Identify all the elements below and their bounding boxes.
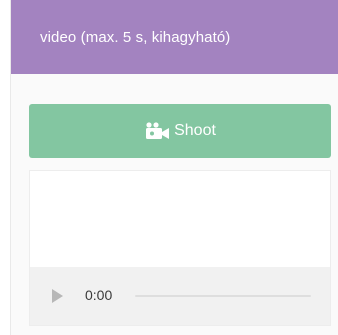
video-card: video (max. 5 s, kihagyható) Shoot 0:00 <box>10 0 338 335</box>
progress-slider[interactable] <box>135 295 311 297</box>
card-header: video (max. 5 s, kihagyható) <box>11 0 338 74</box>
card-title: video (max. 5 s, kihagyható) <box>40 28 231 46</box>
media-controls: 0:00 <box>30 267 330 325</box>
shoot-button[interactable]: Shoot <box>29 104 331 158</box>
shoot-button-label: Shoot <box>174 122 216 139</box>
video-camera-icon <box>144 122 172 140</box>
play-icon[interactable] <box>52 289 63 303</box>
current-time: 0:00 <box>85 287 113 303</box>
video-player[interactable]: 0:00 <box>29 170 331 326</box>
